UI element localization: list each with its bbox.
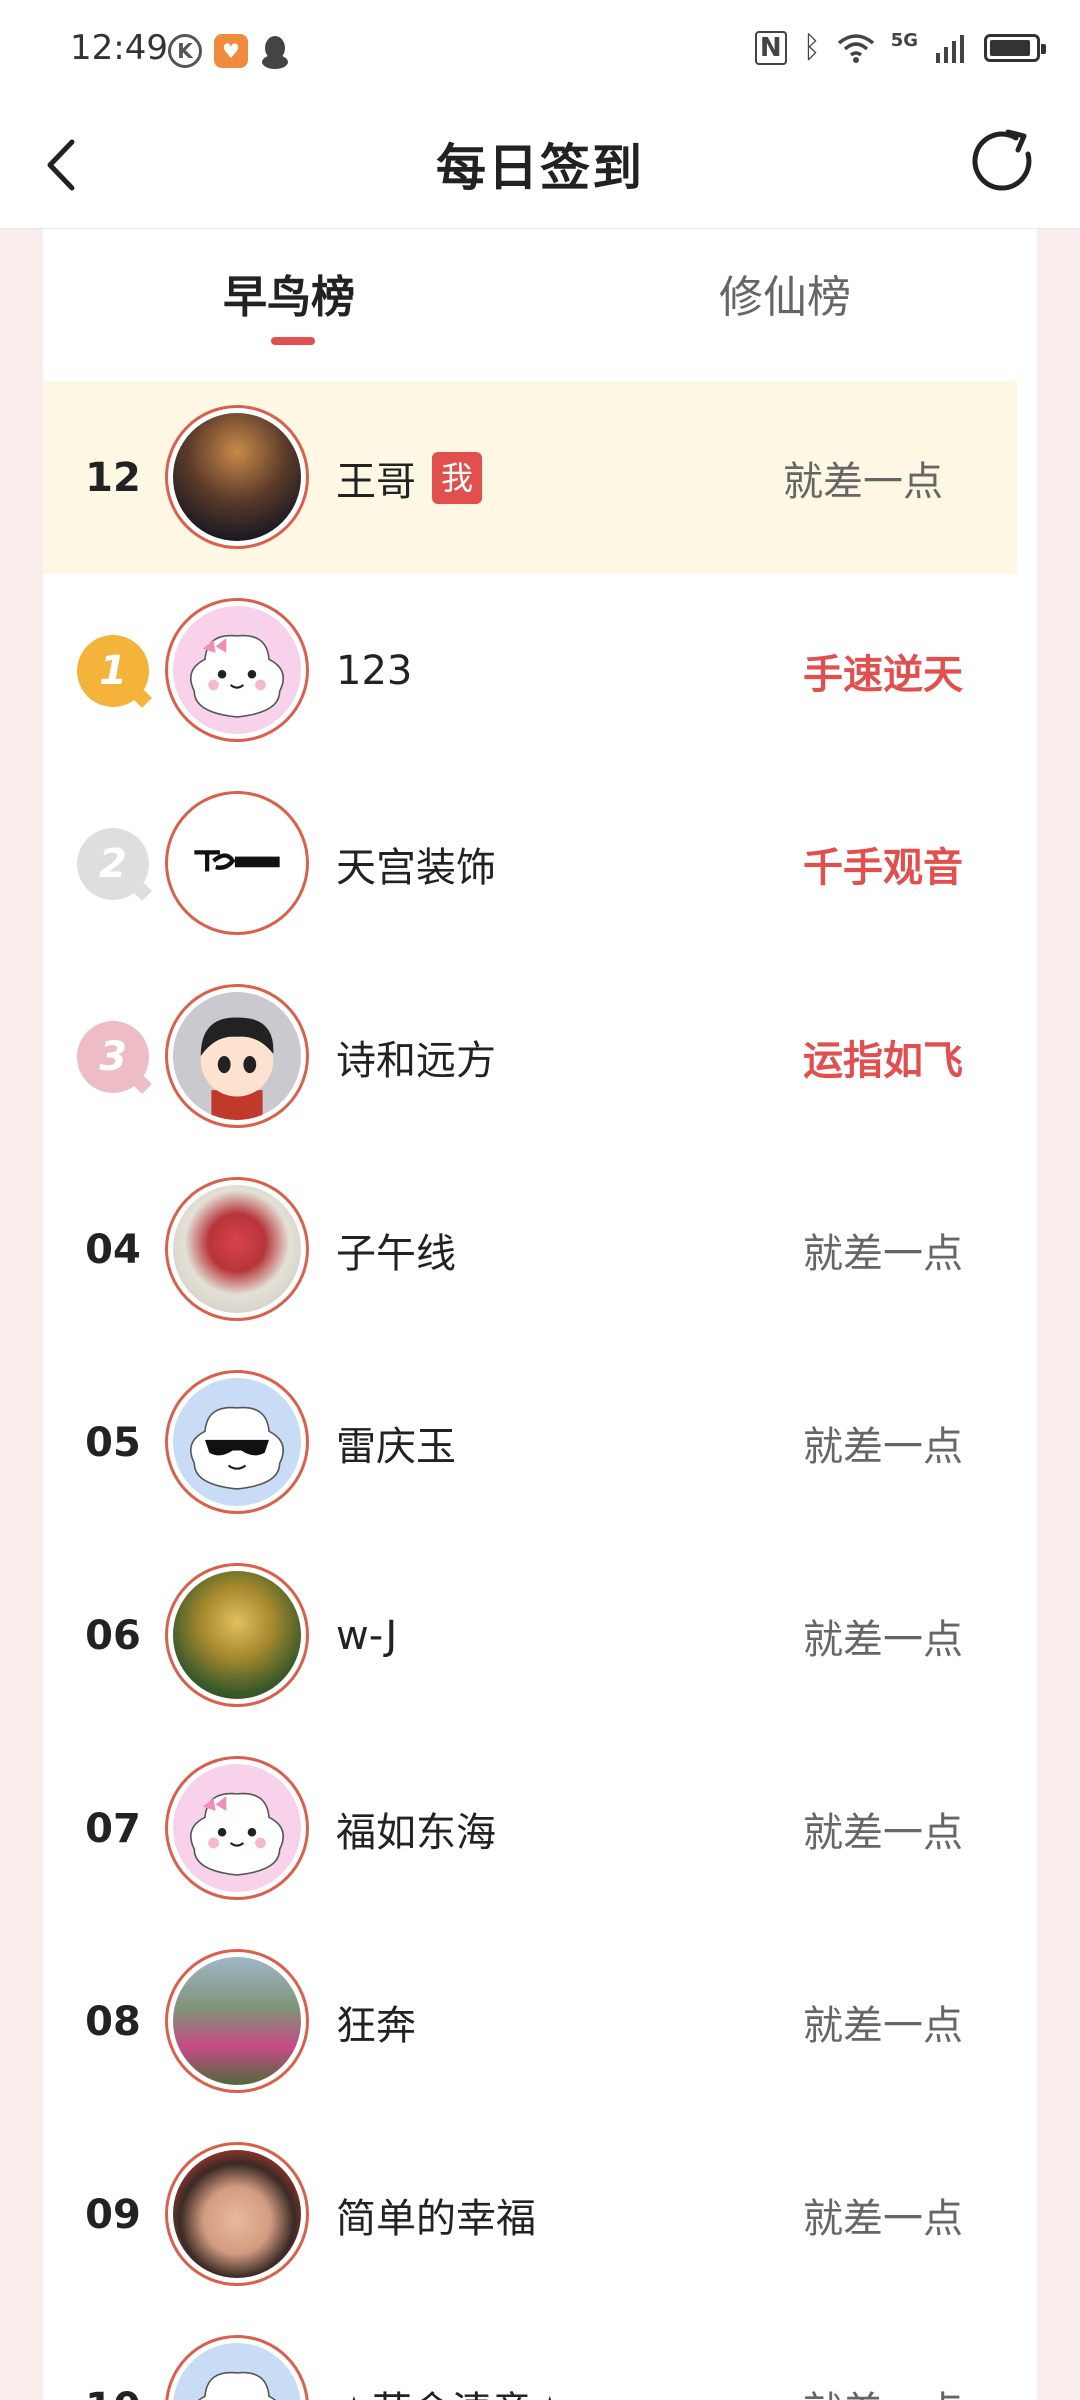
- user-name: 天宫装饰: [336, 844, 496, 891]
- avatar[interactable]: [165, 1949, 309, 2093]
- battery-icon: [984, 33, 1046, 62]
- user-name: 雷庆玉: [336, 1423, 456, 1470]
- rank-number: 10: [63, 2311, 163, 2400]
- avatar-logo: [173, 799, 301, 927]
- silver-medal-icon: 2: [77, 827, 149, 900]
- status-text: 就差一点: [803, 2311, 963, 2400]
- status-text: 就差一点: [803, 1230, 963, 1277]
- user-name: 123: [336, 647, 413, 694]
- rank-number: 09: [85, 2191, 141, 2238]
- signal-icon: [936, 34, 964, 63]
- page-title: 每日签到: [436, 139, 644, 197]
- status-left-icons: K ♥: [168, 34, 290, 74]
- status-text: 就差一点: [803, 1423, 963, 1470]
- list-item[interactable]: 06 w-J 就差一点: [43, 1539, 1037, 1732]
- tab-active-indicator: [271, 337, 315, 345]
- network-type: 5G: [890, 30, 918, 51]
- tab-early-bird[interactable]: 早鸟榜: [223, 261, 355, 325]
- status-bar: 12:49 K ♥ N ᛒ 5G: [0, 0, 1080, 100]
- shield-app-icon: ♥: [214, 34, 248, 68]
- avatar[interactable]: [165, 791, 309, 935]
- list-item[interactable]: 08 狂奔 就差一点: [43, 1925, 1037, 2118]
- avatar[interactable]: [165, 1370, 309, 1514]
- avatar[interactable]: [165, 984, 309, 1128]
- status-text: 就差一点: [803, 2195, 963, 2242]
- rank-number: 08: [85, 1998, 141, 2045]
- user-name: 福如东海: [336, 1809, 496, 1856]
- refresh-icon: [972, 129, 1032, 191]
- rank-cell: 2: [63, 767, 163, 960]
- qq-penguin-icon: [260, 34, 290, 74]
- avatar-cloud-sunglasses: [173, 1378, 301, 1506]
- app-header: 每日签到: [0, 100, 1080, 229]
- list-item[interactable]: 04 子午线 就差一点: [43, 1153, 1037, 1346]
- list-item[interactable]: 3 诗和远方 运指如飞: [43, 960, 1037, 1153]
- user-name: 王哥 我: [336, 381, 483, 574]
- status-text: 千手观音: [803, 844, 963, 891]
- rank-number: 04: [85, 1226, 141, 1273]
- user-name: 诗和远方: [336, 1037, 496, 1084]
- user-name: 简单的幸福: [336, 2195, 536, 2242]
- list-item[interactable]: 05 雷庆玉 就差一点: [43, 1346, 1037, 1539]
- avatar-photo-man: [173, 2150, 301, 2278]
- status-text: 手速逆天: [803, 651, 963, 698]
- wifi-icon: [837, 33, 874, 63]
- user-name: ☆草舍清童☆: [336, 2311, 568, 2400]
- leaderboard-card: 早鸟榜 修仙榜 12 王哥 我 就差一点 1 123 手速逆天 2 天宫装饰 千…: [43, 229, 1037, 2400]
- avatar[interactable]: [165, 2142, 309, 2286]
- tab-bar: 早鸟榜 修仙榜: [43, 229, 1037, 381]
- status-text: 运指如飞: [803, 1037, 963, 1084]
- avatar[interactable]: [165, 1756, 309, 1900]
- list-item[interactable]: 2 天宫装饰 千手观音: [43, 767, 1037, 960]
- avatar[interactable]: [165, 405, 309, 549]
- status-text: 就差一点: [803, 1616, 963, 1663]
- user-name-text: 王哥: [336, 458, 416, 505]
- avatar[interactable]: [165, 1177, 309, 1321]
- avatar-cloud: [173, 2343, 301, 2400]
- k-app-icon: K: [168, 34, 202, 68]
- user-name: w-J: [336, 1612, 398, 1659]
- avatar[interactable]: [165, 598, 309, 742]
- user-name: 子午线: [336, 1230, 456, 1277]
- rank-number: 07: [85, 1805, 141, 1852]
- status-text: 就差一点: [783, 458, 943, 505]
- my-rank-row[interactable]: 12 王哥 我 就差一点: [43, 381, 1017, 574]
- avatar-photo-street: [173, 413, 301, 541]
- avatar-photo-flowers: [173, 1185, 301, 1313]
- avatar-cloud-girl: [173, 606, 301, 734]
- leaderboard-list: 12 王哥 我 就差一点 1 123 手速逆天 2 天宫装饰 千手观音 3 诗和…: [43, 381, 1037, 2400]
- avatar-photo-lake-flowers: [173, 1957, 301, 2085]
- rank-number: 06: [85, 1612, 141, 1659]
- list-item[interactable]: 1 123 手速逆天: [43, 574, 1037, 767]
- tab-cultivation[interactable]: 修仙榜: [719, 261, 851, 325]
- bronze-medal-icon: 3: [77, 1020, 149, 1093]
- avatar[interactable]: [165, 1563, 309, 1707]
- refresh-button[interactable]: [964, 122, 1044, 202]
- list-item[interactable]: 07 福如东海 就差一点: [43, 1732, 1037, 1925]
- battery-level: [990, 39, 1030, 56]
- list-item[interactable]: 09 简单的幸福 就差一点: [43, 2118, 1037, 2311]
- rank-number: 05: [85, 1419, 141, 1466]
- user-name: 狂奔: [336, 2002, 416, 2049]
- status-time: 12:49: [70, 28, 168, 68]
- list-item[interactable]: 10 ☆草舍清童☆ 就差一点: [43, 2311, 1037, 2400]
- rank-number: 12: [85, 454, 141, 501]
- rank-cell: 3: [63, 960, 163, 1153]
- avatar[interactable]: [165, 2335, 309, 2400]
- status-right-icons: N ᛒ 5G: [754, 30, 1046, 65]
- rank-cell: 1: [63, 574, 163, 767]
- avatar-cloud-girl: [173, 1764, 301, 1892]
- avatar-photo-gold-pig: [173, 1571, 301, 1699]
- status-text: 就差一点: [803, 1809, 963, 1856]
- avatar-cartoon-boy: [173, 992, 301, 1120]
- status-text: 就差一点: [803, 2002, 963, 2049]
- bluetooth-icon: ᛒ: [802, 30, 821, 65]
- gold-medal-icon: 1: [77, 634, 149, 707]
- nfc-icon: N: [754, 30, 787, 65]
- me-badge: 我: [432, 451, 483, 504]
